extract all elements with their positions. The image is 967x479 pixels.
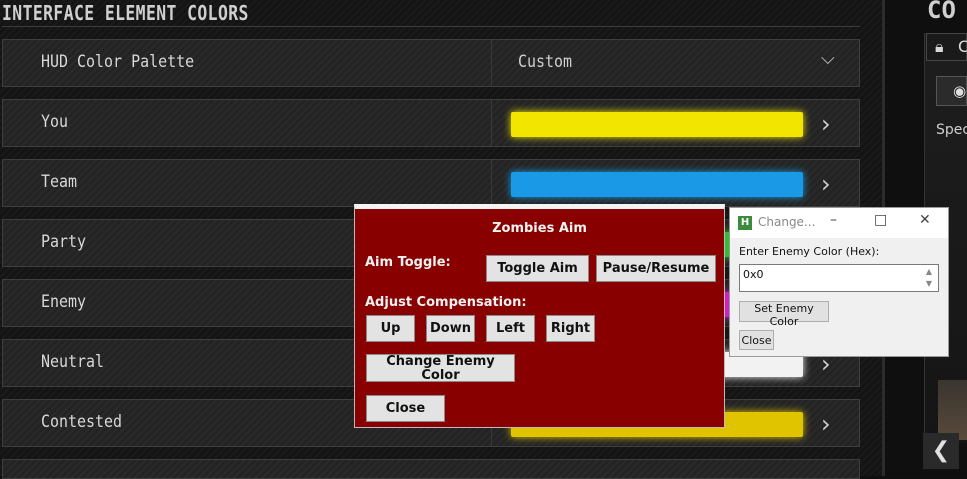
enemy-color-prompt: Enter Enemy Color (Hex): — [739, 245, 880, 258]
close-button[interactable]: Close — [366, 395, 445, 422]
chevron-down-icon[interactable]: ⌵ — [821, 48, 835, 69]
preview-image — [938, 380, 967, 440]
palette-value: Custom — [518, 52, 573, 72]
chevron-right-icon[interactable]: › — [821, 170, 831, 198]
close-icon[interactable]: ✕ — [919, 212, 931, 228]
spinner[interactable]: ▲ ▼ — [922, 266, 936, 290]
row-label: Team — [41, 172, 78, 192]
row-divider — [491, 40, 492, 86]
aim-toggle-label: Aim Toggle: — [365, 255, 451, 270]
change-color-dialog: H Change... – □ ✕ Enter Enemy Color (Hex… — [729, 207, 949, 357]
row-label: Contested — [41, 412, 123, 432]
minimize-icon[interactable]: – — [830, 212, 837, 228]
enemy-color-input[interactable]: 0x0 ▲ ▼ — [739, 264, 939, 292]
spin-up-icon[interactable]: ▲ — [922, 266, 936, 278]
row-hud-color-palette[interactable]: HUD Color Palette Custom ⌵ — [2, 39, 860, 87]
title-divider — [2, 26, 860, 27]
chevron-right-icon[interactable]: › — [821, 410, 831, 438]
row-you[interactable]: You › — [2, 99, 860, 147]
lock-icon: 🔒︎ — [935, 37, 944, 56]
row-partial — [2, 459, 860, 479]
row-team[interactable]: Team › — [2, 159, 860, 207]
row-divider — [491, 160, 492, 206]
adjust-compensation-label: Adjust Compensation: — [365, 295, 527, 310]
section-title: INTERFACE ELEMENT COLORS — [2, 1, 249, 25]
app-icon: H — [738, 216, 752, 230]
right-panel-title: CO — [927, 0, 956, 24]
spec-label: Spec — [936, 122, 967, 138]
set-enemy-color-button[interactable]: Set Enemy Color — [739, 301, 829, 328]
row-label: Neutral — [41, 352, 105, 372]
row-label: Enemy — [41, 292, 87, 312]
color-swatch-you[interactable] — [511, 112, 803, 137]
change-enemy-line2: Color — [421, 368, 460, 383]
up-button[interactable]: Up — [366, 315, 415, 342]
down-button[interactable]: Down — [426, 315, 475, 342]
row-label: Party — [41, 232, 87, 252]
toggle-aim-button[interactable]: Toggle Aim — [486, 255, 589, 282]
dialog-close-button[interactable]: Close — [739, 330, 774, 350]
left-button[interactable]: Left — [486, 315, 535, 342]
maximize-icon[interactable]: □ — [874, 212, 887, 228]
enemy-color-input-value: 0x0 — [743, 268, 764, 281]
color-swatch-team[interactable] — [511, 172, 803, 197]
pause-resume-button[interactable]: Pause/Resume — [596, 255, 716, 282]
zombies-aim-window: Zombies Aim Aim Toggle: Toggle Aim Pause… — [354, 204, 725, 428]
eye-icon: ◉ — [953, 82, 967, 100]
lock-label: C — [958, 37, 967, 56]
row-label: You — [41, 112, 69, 132]
chevron-right-icon[interactable]: › — [821, 110, 831, 138]
change-enemy-line1: Change Enemy — [386, 354, 495, 369]
back-arrow-icon[interactable]: ❮ — [923, 433, 959, 469]
dialog-title: Change... — [758, 215, 816, 229]
change-enemy-color-button[interactable]: Change Enemy Color — [366, 354, 515, 383]
spin-down-icon[interactable]: ▼ — [922, 278, 936, 290]
zombies-aim-title: Zombies Aim — [492, 221, 587, 236]
row-label: HUD Color Palette — [41, 52, 195, 72]
right-button[interactable]: Right — [546, 315, 595, 342]
row-divider — [491, 100, 492, 146]
